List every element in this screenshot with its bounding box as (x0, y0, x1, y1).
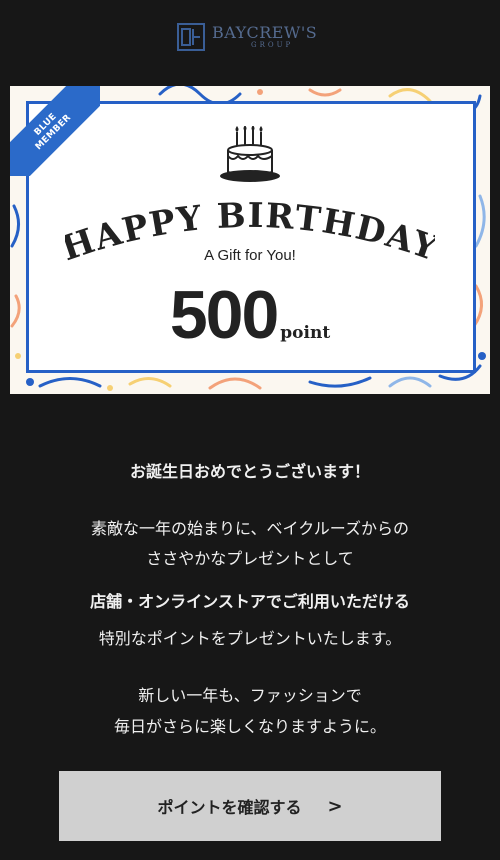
brand-logo: BAYCREW'S GROUP (0, 20, 500, 56)
check-points-button[interactable]: ポイントを確認する > (59, 771, 441, 841)
brand-name: BAYCREW'S (212, 23, 318, 42)
chevron-right-icon: > (327, 795, 343, 817)
message-line-6: 毎日がさらに楽しくなりますように。 (113, 717, 386, 736)
points-display: 500 point (10, 276, 490, 354)
member-badge: BLUE MEMBER (10, 86, 100, 176)
message-line-4: 特別なポイントをプレゼントいたします。 (98, 629, 402, 648)
congrats-heading: お誕生日おめでとうございます！ (129, 462, 370, 481)
check-points-label: ポイントを確認する (157, 798, 302, 817)
message-line-1: 素敵な一年の始まりに、ベイクルーズからの (91, 519, 409, 538)
birthday-cake-icon (220, 126, 280, 182)
brand-subtitle: GROUP (251, 41, 294, 49)
message-line-3: 店舗・オンラインストアでご利用いただける (90, 592, 410, 611)
message-line-5: 新しい一年も、ファッションで (138, 686, 362, 705)
birthday-gift-card: BLUE MEMBER HAPPY BIRTHDAY A Gift for Yo (10, 86, 490, 394)
gift-subtitle: A Gift for You! (204, 247, 296, 264)
points-value: 500 (169, 277, 279, 353)
points-unit: point (280, 323, 331, 343)
message-line-2: ささやかなプレゼントとして (146, 549, 354, 568)
baycrews-logo-icon (177, 23, 205, 51)
